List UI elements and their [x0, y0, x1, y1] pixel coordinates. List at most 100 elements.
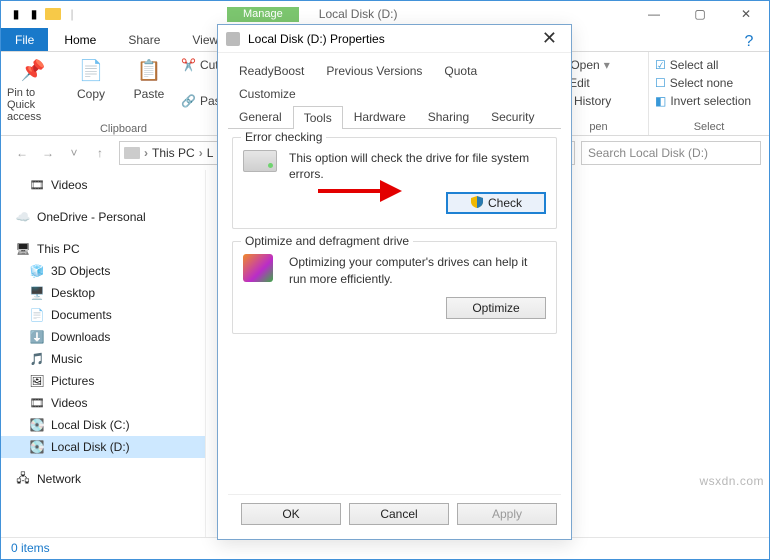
tab-previous-versions[interactable]: Previous Versions	[315, 59, 433, 82]
dialog-title: Local Disk (D:) Properties	[248, 32, 385, 46]
optimize-group: Optimize and defragment drive Optimizing…	[232, 241, 557, 333]
tab-security[interactable]: Security	[480, 105, 545, 128]
tree-item-desktop[interactable]: 🖥️Desktop	[1, 282, 205, 304]
tree-item-videos[interactable]: 🎞Videos	[1, 174, 205, 196]
share-tab[interactable]: Share	[112, 28, 176, 51]
paste-button[interactable]: 📋 Paste	[123, 56, 175, 101]
tree-item-downloads[interactable]: ⬇️ Downloads	[1, 326, 205, 348]
qa-tool-1[interactable]: ▮	[9, 7, 23, 21]
tree-item-network[interactable]: 🖧 Network	[1, 468, 205, 490]
chevron-right-icon[interactable]: ›	[197, 146, 205, 160]
close-button[interactable]: ✕	[723, 1, 769, 27]
minimize-button[interactable]: —	[631, 1, 677, 27]
tree-item-label: This PC	[37, 242, 80, 256]
ok-button[interactable]: OK	[241, 503, 341, 525]
nav-up-button[interactable]: ↑	[87, 141, 113, 165]
chevron-right-icon[interactable]: ›	[142, 146, 150, 160]
drive-check-icon	[243, 150, 277, 172]
tree-item-label: Pictures	[51, 374, 94, 388]
optimize-button[interactable]: Optimize	[446, 297, 546, 319]
tab-customize[interactable]: Customize	[228, 82, 307, 105]
tree-item-label: Downloads	[51, 330, 110, 344]
cloud-icon: ☁️	[15, 209, 31, 225]
dialog-tab-strip: ReadyBoostPrevious VersionsQuota Customiz…	[228, 59, 561, 129]
help-icon[interactable]: ?	[729, 33, 769, 51]
search-input[interactable]: Search Local Disk (D:)	[581, 141, 761, 165]
tree-item-3d-objects[interactable]: 🧊3D Objects	[1, 260, 205, 282]
apply-button[interactable]: Apply	[457, 503, 557, 525]
tab-readyboost[interactable]: ReadyBoost	[228, 59, 315, 82]
pic-icon: 🖼	[29, 373, 45, 389]
nav-forward-button[interactable]: →	[35, 141, 61, 165]
manage-context-tab[interactable]: Manage	[227, 7, 299, 22]
tree-item-documents[interactable]: 📄Documents	[1, 304, 205, 326]
tab-general[interactable]: General	[228, 105, 293, 128]
pin-icon: 📌	[21, 56, 46, 84]
shield-icon	[470, 195, 484, 212]
pc-icon: 🖥	[15, 241, 31, 257]
status-item-count: 0 items	[11, 541, 50, 555]
drive-icon: 💽	[29, 439, 45, 455]
paste-icon: 📋	[137, 56, 162, 84]
select-all-icon: ☑	[655, 58, 666, 72]
tab-sharing[interactable]: Sharing	[417, 105, 480, 128]
qa-divider: |	[65, 7, 79, 21]
breadcrumb-drive[interactable]: L	[207, 146, 214, 160]
window-title: Local Disk (D:)	[319, 7, 398, 21]
qa-tool-2[interactable]: ▮	[27, 7, 41, 21]
chevron-down-icon: ▾	[604, 58, 610, 72]
net-icon: 🖧	[15, 471, 31, 487]
select-group-label: Select	[694, 121, 725, 133]
cancel-button[interactable]: Cancel	[349, 503, 449, 525]
status-bar: 0 items	[1, 537, 769, 559]
breadcrumb-pc[interactable]: This PC	[152, 146, 195, 160]
optimize-text: Optimizing your computer's drives can he…	[289, 254, 546, 286]
pin-quick-access-button[interactable]: 📌 Pin to Quick access	[7, 56, 59, 123]
tree-item-pictures[interactable]: 🖼 Pictures	[1, 370, 205, 392]
doc-icon: 📄	[29, 307, 45, 323]
nav-recent-chevron-icon[interactable]: ˅	[61, 141, 87, 165]
copy-button[interactable]: 📄 Copy	[65, 56, 117, 101]
file-tab[interactable]: File	[1, 28, 48, 51]
check-button[interactable]: Check	[446, 192, 546, 214]
clipboard-group-label: Clipboard	[100, 123, 147, 135]
select-none-button[interactable]: ☐Select none	[655, 76, 763, 90]
tree-item-label: OneDrive - Personal	[37, 210, 146, 224]
watermark: wsxdn.com	[699, 474, 764, 488]
tab-tools[interactable]: Tools	[293, 106, 343, 129]
search-placeholder: Search Local Disk (D:)	[588, 146, 708, 160]
defrag-icon	[243, 254, 273, 282]
paste-shortcut-icon: 🔗	[181, 94, 196, 108]
music-icon: 🎵	[29, 351, 45, 367]
drive-icon	[226, 32, 240, 46]
tree-item-this-pc[interactable]: 🖥 This PC	[1, 238, 205, 260]
tree-item-local-disk-c-[interactable]: 💽 Local Disk (C:)	[1, 414, 205, 436]
tree-item-label: Local Disk (C:)	[51, 418, 130, 432]
dialog-close-button[interactable]: ✕	[536, 28, 563, 49]
nav-back-button[interactable]: ←	[9, 141, 35, 165]
tree-item-label: Network	[37, 472, 81, 486]
invert-icon: ◧	[655, 94, 666, 108]
tree-item-local-disk-d-[interactable]: 💽Local Disk (D:)	[1, 436, 205, 458]
open-group-label: pen	[589, 121, 607, 133]
tree-item-videos[interactable]: 🎞Videos	[1, 392, 205, 414]
tab-quota[interactable]: Quota	[433, 59, 488, 82]
home-tab[interactable]: Home	[48, 28, 112, 51]
tree-item-onedrive-personal[interactable]: ☁️ OneDrive - Personal	[1, 206, 205, 228]
invert-selection-button[interactable]: ◧Invert selection	[655, 94, 763, 108]
drive-icon: 💽	[29, 417, 45, 433]
group-legend: Optimize and defragment drive	[241, 234, 413, 248]
down-icon: ⬇️	[29, 329, 45, 345]
tree-item-label: Music	[51, 352, 82, 366]
tree-item-label: Desktop	[51, 286, 95, 300]
cube3d-icon: 🧊	[29, 263, 45, 279]
qa-folder-icon[interactable]	[45, 8, 61, 20]
copy-icon: 📄	[79, 56, 104, 84]
tab-hardware[interactable]: Hardware	[343, 105, 417, 128]
navigation-tree[interactable]: 🎞Videos ☁️ OneDrive - Personal 🖥 This PC 🧊3D …	[1, 170, 206, 537]
maximize-button[interactable]: ▢	[677, 1, 723, 27]
tree-item-music[interactable]: 🎵 Music	[1, 348, 205, 370]
error-checking-text: This option will check the drive for fil…	[289, 150, 546, 182]
drive-icon	[124, 147, 140, 159]
select-all-button[interactable]: ☑Select all	[655, 58, 763, 72]
